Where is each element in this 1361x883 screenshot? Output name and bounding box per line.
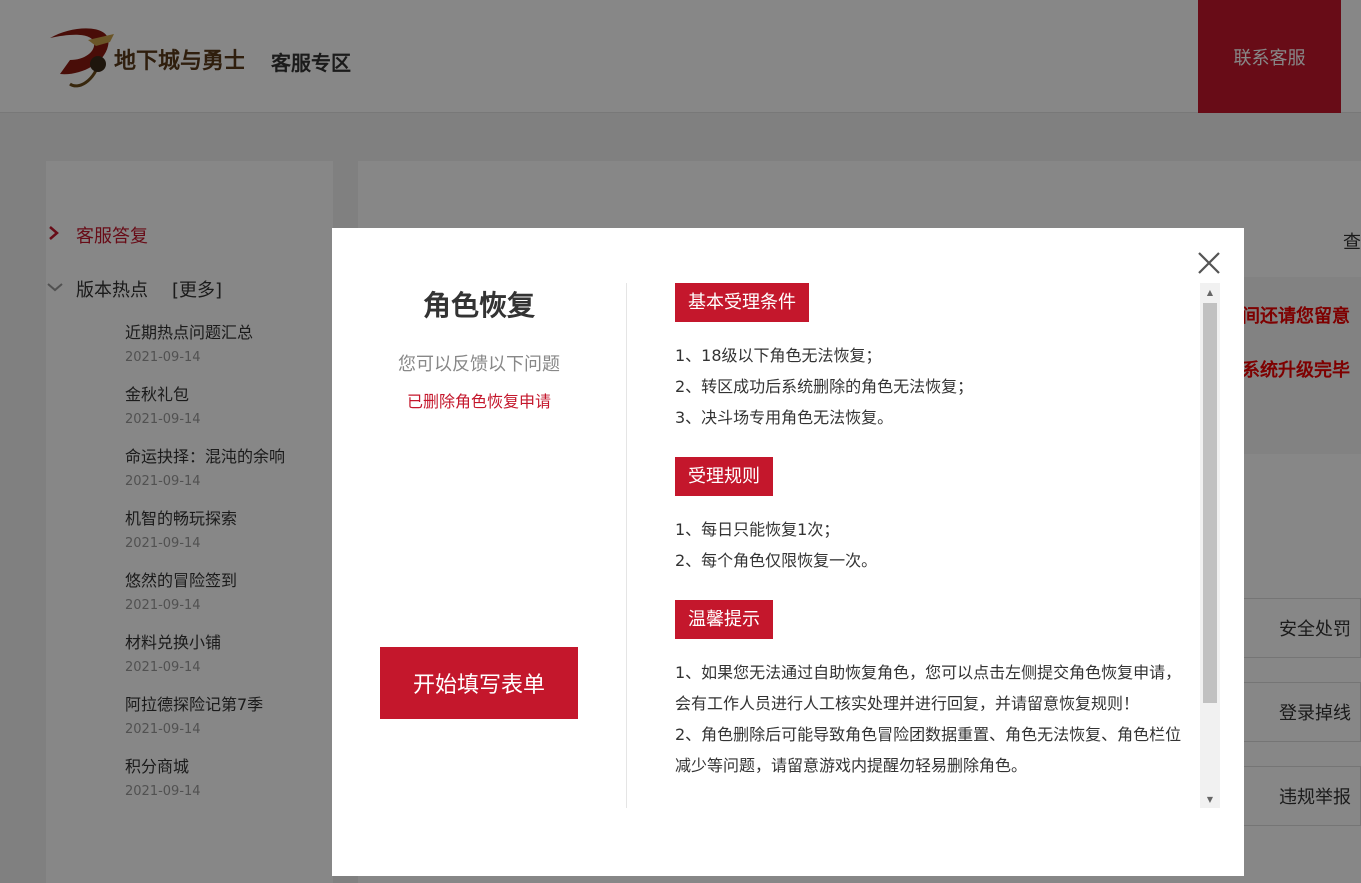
section-heading: 温馨提示 [675,600,773,639]
section-basic-conditions: 基本受理条件 1、18级以下角色无法恢复； 2、转区成功后系统删除的角色无法恢复… [675,283,1195,433]
modal-subtitle: 您可以反馈以下问题 [398,354,560,375]
section-tips: 温馨提示 1、如果您无法通过自助恢复角色，您可以点击左侧提交角色恢复申请，会有工… [675,600,1195,781]
list-item: 2、转区成功后系统删除的角色无法恢复； [675,377,974,396]
list-item: 1、如果您无法通过自助恢复角色，您可以点击左侧提交角色恢复申请，会有工作人员进行… [675,663,1182,713]
section-rules: 受理规则 1、每日只能恢复1次； 2、每个角色仅限恢复一次。 [675,457,1195,576]
section-heading: 基本受理条件 [675,283,809,322]
modal-title: 角色恢复 [422,289,535,322]
start-form-button[interactable]: 开始填写表单 [380,647,578,719]
deleted-role-recovery-link[interactable]: 已删除角色恢复申请 [332,388,626,412]
section-heading: 受理规则 [675,457,773,496]
divider [626,283,627,808]
modal-left-panel: 角色恢复 您可以反馈以下问题 已删除角色恢复申请 开始填写表单 [332,228,626,876]
close-button[interactable] [1194,248,1224,278]
section-list: 1、18级以下角色无法恢复； 2、转区成功后系统删除的角色无法恢复； 3、决斗场… [675,340,1195,433]
list-item: 1、每日只能恢复1次； [675,520,840,539]
list-item: 2、角色删除后可能导致角色冒险团数据重置、角色无法恢复、角色栏位减少等问题，请留… [675,725,1182,775]
rules-panel[interactable]: 基本受理条件 1、18级以下角色无法恢复； 2、转区成功后系统删除的角色无法恢复… [675,283,1195,808]
close-icon[interactable] [1194,248,1224,278]
section-list: 1、如果您无法通过自助恢复角色，您可以点击左侧提交角色恢复申请，会有工作人员进行… [675,657,1187,781]
rules-scrollbar[interactable]: ▲ ▼ [1200,283,1220,808]
list-item: 2、每个角色仅限恢复一次。 [675,551,878,570]
list-item: 1、18级以下角色无法恢复； [675,346,882,365]
scroll-thumb[interactable] [1203,303,1217,703]
scroll-down-icon[interactable]: ▼ [1200,790,1220,808]
list-item: 3、决斗场专用角色无法恢复。 [675,408,894,427]
role-recovery-modal: 角色恢复 您可以反馈以下问题 已删除角色恢复申请 开始填写表单 基本受理条件 1… [332,228,1244,876]
scroll-up-icon[interactable]: ▲ [1200,283,1220,301]
section-list: 1、每日只能恢复1次； 2、每个角色仅限恢复一次。 [675,514,1195,576]
